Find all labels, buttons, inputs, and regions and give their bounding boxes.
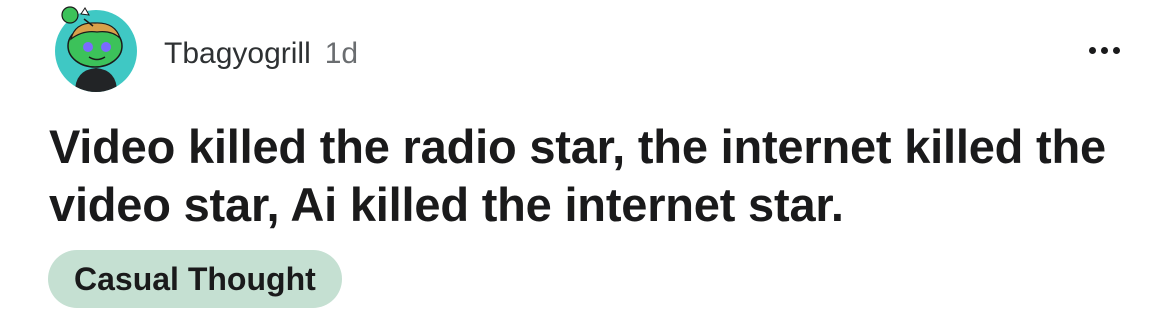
snoo-avatar-graphic (55, 6, 137, 92)
post-card: Tbagyogrill 1d Video killed the radio st… (0, 0, 1150, 333)
post-flair-badge[interactable]: Casual Thought (48, 250, 342, 308)
post-timestamp: 1d (324, 37, 359, 70)
post-title[interactable]: Video killed the radio star, the interne… (49, 118, 1129, 234)
more-options-icon-dot (1100, 46, 1108, 54)
more-options-button[interactable] (1080, 36, 1128, 64)
more-options-icon-dot (1112, 46, 1120, 54)
more-options-icon (1088, 46, 1096, 54)
post-meta: Tbagyogrill 1d (164, 34, 358, 74)
post-author[interactable]: Tbagyogrill (164, 34, 311, 74)
user-avatar-icon[interactable] (53, 6, 139, 92)
